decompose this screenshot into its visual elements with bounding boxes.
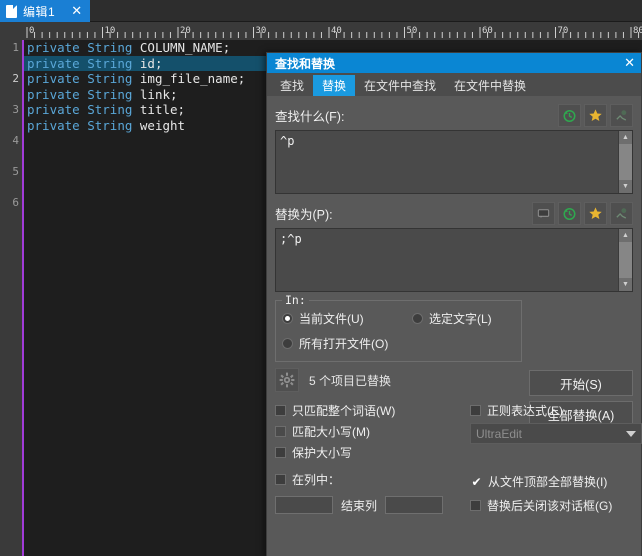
document-icon [6, 4, 17, 18]
checkbox-icon[interactable] [275, 405, 286, 416]
svg-text:0: 0 [29, 26, 34, 36]
dialog-body: 查找什么(F): ^p ▲ ▼ 替换为(P): ;^p ▲ ▼ In: 当前文件… [267, 100, 642, 556]
checkbox-icon[interactable] [470, 500, 481, 511]
clipboard-icon[interactable] [532, 201, 555, 225]
option-label: 匹配大小写(M) [292, 425, 370, 439]
history-icon[interactable] [558, 103, 581, 127]
find-label-row: 查找什么(F): [275, 100, 633, 130]
dialog-title-bar[interactable]: 查找和替换 ✕ [267, 53, 641, 73]
scope-option-all-open-files[interactable]: 所有打开文件(O) [276, 327, 521, 352]
scroll-up-icon[interactable]: ▲ [619, 229, 632, 242]
option-label: 在列中： [292, 473, 341, 487]
close-icon[interactable]: ✕ [71, 5, 82, 18]
find-what-label: 查找什么(F): [275, 109, 345, 124]
scope-option-label: 所有打开文件(O) [299, 337, 389, 351]
option-in-column[interactable]: 在列中： [275, 469, 470, 490]
find-icon-group [558, 103, 633, 127]
end-column-label: 结束列 [341, 498, 378, 513]
scope-legend: In: [282, 293, 309, 307]
checkbox-icon[interactable] [275, 447, 286, 458]
line-number: 2 [12, 72, 19, 85]
option-whole-word[interactable]: 只匹配整个词语(W) [275, 400, 470, 421]
find-what-input[interactable]: ^p ▲ ▼ [275, 130, 633, 194]
radio-icon[interactable] [282, 338, 293, 349]
dialog-tab-1[interactable]: 替换 [313, 75, 356, 96]
option-label: 保护大小写 [292, 446, 353, 460]
options-column-right: 正则表达式(E) UltraEdit ✔ 从文件顶部全部替换(I) 替换后关闭该… [470, 400, 642, 516]
scroll-down-icon[interactable]: ▼ [619, 180, 632, 193]
option-label: 替换后关闭该对话框(G) [487, 499, 613, 513]
scope-option-selected-text[interactable]: 选定文字(L) [406, 301, 492, 327]
scope-option-label: 选定文字(L) [429, 312, 492, 326]
dialog-tab-strip: 查找 替换 在文件中查找 在文件中替换 [267, 73, 641, 96]
dialog-title-text: 查找和替换 [275, 56, 336, 71]
find-what-value[interactable]: ^p [276, 131, 618, 193]
regex-engine-value: UltraEdit [476, 426, 523, 441]
favorites-star-icon[interactable] [584, 201, 607, 225]
find-replace-dialog: 查找和替换 ✕ 查找 替换 在文件中查找 在文件中替换 查找什么(F): ^p … [266, 52, 642, 556]
option-close-after-replace[interactable]: 替换后关闭该对话框(G) [470, 495, 642, 516]
history-icon[interactable] [558, 201, 581, 225]
option-preserve-case[interactable]: 保护大小写 [275, 442, 470, 463]
option-label: 从文件顶部全部替换(I) [488, 475, 608, 489]
scroll-track[interactable] [619, 144, 632, 180]
replace-icon-group [532, 201, 633, 225]
scroll-down-icon[interactable]: ▼ [619, 278, 632, 291]
scroll-track[interactable] [619, 242, 632, 278]
ruler-ticks: 0 10 20 30 40 50 60 70 80 [26, 26, 642, 38]
replace-label-row: 替换为(P): [275, 198, 633, 228]
replace-scrollbar[interactable]: ▲ ▼ [618, 229, 632, 291]
dialog-close-icon[interactable]: ✕ [624, 56, 635, 71]
dialog-tab-3[interactable]: 在文件中替换 [445, 75, 535, 96]
checkbox-icon[interactable] [275, 426, 286, 437]
special-chars-icon[interactable] [610, 103, 633, 127]
gear-icon[interactable] [275, 368, 299, 392]
dialog-tab-2[interactable]: 在文件中查找 [355, 75, 445, 96]
checkmark-icon[interactable]: ✔ [470, 475, 483, 489]
radio-icon[interactable] [412, 313, 423, 324]
replace-with-input[interactable]: ;^p ▲ ▼ [275, 228, 633, 292]
svg-text:80: 80 [633, 26, 642, 36]
column-ruler: 0 10 20 30 40 50 60 70 80 [0, 22, 642, 40]
special-chars-icon[interactable] [610, 201, 633, 225]
start-column-input[interactable] [275, 496, 333, 514]
radio-icon[interactable] [282, 313, 293, 324]
scroll-up-icon[interactable]: ▲ [619, 131, 632, 144]
scope-option-label: 当前文件(U) [299, 312, 364, 326]
chevron-down-icon [626, 430, 636, 437]
start-button[interactable]: 开始(S) [529, 370, 633, 396]
options-grid: 只匹配整个词语(W) 匹配大小写(M) 保护大小写 在列中： 结束列 正则表达式… [275, 400, 642, 530]
line-number: 6 [12, 196, 19, 209]
checkbox-icon[interactable] [470, 405, 481, 416]
options-column-left: 只匹配整个词语(W) 匹配大小写(M) 保护大小写 在列中： 结束列 [275, 400, 470, 514]
option-label: 只匹配整个词语(W) [292, 404, 396, 418]
replace-with-value[interactable]: ;^p [276, 229, 618, 291]
option-match-case[interactable]: 匹配大小写(M) [275, 421, 470, 442]
line-number: 1 [12, 41, 19, 54]
option-regex[interactable]: 正则表达式(E) [470, 400, 642, 421]
status-message: 5 个项目已替换 [309, 373, 392, 388]
option-label: 正则表达式(E) [487, 404, 563, 418]
editor-tab-edit1[interactable]: 编辑1 ✕ [0, 0, 91, 22]
replace-with-label: 替换为(P): [275, 207, 333, 222]
favorites-star-icon[interactable] [584, 103, 607, 127]
column-range-inputs: 结束列 [275, 496, 470, 514]
option-replace-from-top[interactable]: ✔ 从文件顶部全部替换(I) [470, 471, 642, 492]
end-column-input[interactable] [385, 496, 444, 514]
regex-engine-select[interactable]: UltraEdit [470, 423, 642, 444]
line-number: 5 [12, 165, 19, 178]
dialog-tab-0[interactable]: 查找 [271, 75, 313, 96]
line-number: 3 [12, 103, 19, 116]
checkbox-icon[interactable] [275, 474, 286, 485]
scope-group: In: 当前文件(U) 选定文字(L) 所有打开文件(O) [275, 293, 522, 362]
editor-tab-label: 编辑1 [23, 4, 56, 19]
line-number: 4 [12, 134, 19, 147]
application-window: 编辑1 ✕ 0 10 20 30 40 50 60 70 80 1 private String … [0, 0, 642, 556]
editor-tab-bar: 编辑1 ✕ [0, 0, 642, 22]
find-scrollbar[interactable]: ▲ ▼ [618, 131, 632, 193]
